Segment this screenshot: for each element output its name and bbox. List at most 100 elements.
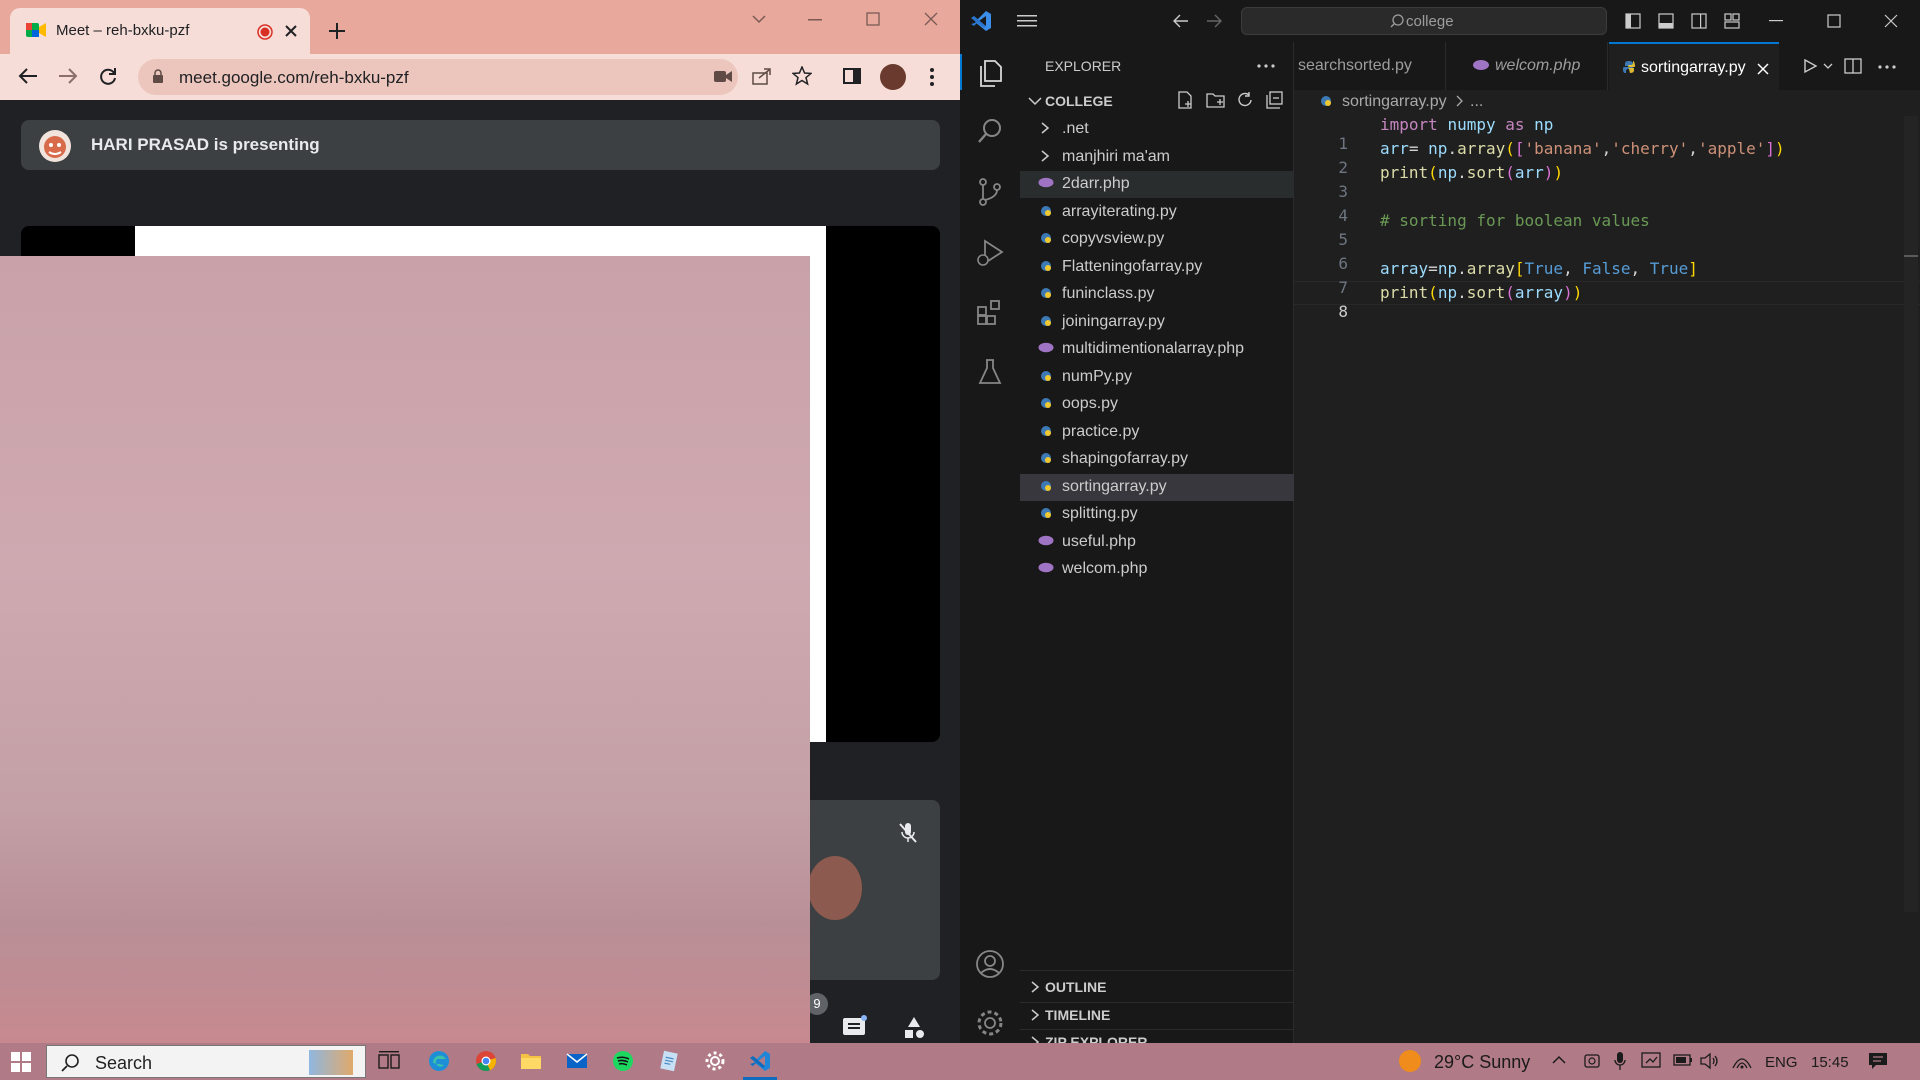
breadcrumb-file[interactable]: sortingarray.py	[1342, 93, 1447, 111]
file-item[interactable]: practice.py	[1020, 419, 1294, 446]
folder-item[interactable]: manjhiri ma'am	[1020, 144, 1294, 171]
network-tray-icon[interactable]	[1641, 1052, 1661, 1070]
collapse-all-icon[interactable]	[1266, 91, 1284, 109]
folder-header-college[interactable]: COLLEGE	[1020, 88, 1294, 114]
file-item[interactable]: oops.py	[1020, 391, 1294, 418]
run-debug-icon[interactable]	[975, 238, 1005, 268]
meet-camera-tray-icon[interactable]	[1584, 1053, 1600, 1069]
testing-flask-icon[interactable]	[978, 358, 1002, 386]
split-editor-icon[interactable]	[1844, 57, 1862, 75]
file-item[interactable]: welcom.php	[1020, 556, 1294, 583]
file-item[interactable]: joiningarray.py	[1020, 309, 1294, 336]
task-view-icon[interactable]	[378, 1051, 400, 1071]
spotify-icon[interactable]	[612, 1050, 634, 1072]
forward-arrow-icon[interactable]	[58, 67, 78, 85]
edge-icon[interactable]	[428, 1050, 450, 1072]
windows-start-icon[interactable]	[11, 1052, 31, 1072]
file-item[interactable]: sortingarray.py	[1020, 473, 1294, 501]
weather-text[interactable]: 29°C Sunny	[1434, 1052, 1530, 1073]
vscode-taskbar-icon[interactable]	[749, 1050, 771, 1072]
settings-gear-icon[interactable]	[975, 1008, 1005, 1038]
taskbar-search-box[interactable]: Search	[46, 1045, 366, 1078]
timeline-section[interactable]: TIMELINE	[1020, 1002, 1294, 1026]
clock[interactable]: 15:45	[1811, 1054, 1849, 1071]
folder-item[interactable]: .net	[1020, 116, 1294, 143]
refresh-icon[interactable]	[1236, 91, 1254, 109]
menu-hamburger-icon[interactable]	[1017, 14, 1037, 28]
chrome-menu-icon[interactable]	[929, 67, 935, 87]
language-indicator[interactable]: ENG	[1765, 1054, 1798, 1071]
accounts-icon[interactable]	[975, 949, 1005, 979]
side-panel-icon[interactable]	[843, 68, 861, 84]
vs-close-icon[interactable]	[1884, 14, 1898, 28]
outline-section[interactable]: OUTLINE	[1020, 975, 1294, 999]
close-window-icon[interactable]	[924, 12, 938, 26]
file-item[interactable]: arrayiterating.py	[1020, 199, 1294, 226]
chat-icon[interactable]	[842, 1015, 868, 1039]
maximize-icon[interactable]	[866, 12, 880, 26]
microphone-tray-icon[interactable]	[1614, 1051, 1626, 1071]
file-item[interactable]: splitting.py	[1020, 501, 1294, 528]
outline-label: OUTLINE	[1045, 979, 1107, 995]
editor-more-icon[interactable]	[1878, 65, 1896, 69]
search-activity-icon[interactable]	[976, 117, 1004, 145]
file-item[interactable]: copyvsview.py	[1020, 226, 1294, 253]
bookmark-star-icon[interactable]	[792, 66, 812, 86]
file-item[interactable]: numPy.py	[1020, 364, 1294, 391]
profile-avatar[interactable]	[880, 64, 906, 90]
toggle-panel-icon[interactable]	[1658, 13, 1674, 29]
close-tab-icon[interactable]	[1757, 63, 1769, 75]
minimize-icon[interactable]	[808, 19, 822, 21]
activities-icon[interactable]	[902, 1016, 926, 1040]
run-python-icon[interactable]	[1802, 58, 1818, 74]
file-item[interactable]: multidimentionalarray.php	[1020, 336, 1294, 363]
source-control-icon[interactable]	[977, 177, 1003, 207]
new-tab-icon[interactable]	[328, 22, 346, 40]
toggle-sidebar-icon[interactable]	[1625, 13, 1641, 29]
share-icon[interactable]	[752, 67, 772, 85]
browser-tab-meet[interactable]: Meet – reh-bxku-pzf	[10, 8, 310, 54]
extensions-icon[interactable]	[976, 298, 1004, 326]
vs-maximize-icon[interactable]	[1827, 14, 1841, 28]
settings-taskbar-icon[interactable]	[704, 1050, 726, 1072]
run-dropdown-chevron-icon[interactable]	[1823, 63, 1833, 70]
mail-icon[interactable]	[566, 1053, 588, 1069]
camera-icon[interactable]	[714, 70, 732, 83]
toggle-secondary-sidebar-icon[interactable]	[1691, 13, 1707, 29]
explorer-files-icon[interactable]	[976, 58, 1004, 88]
show-hidden-icons-chevron-icon[interactable]	[1552, 1055, 1566, 1065]
tab-label: welcom.php	[1495, 57, 1581, 74]
chrome-icon[interactable]	[475, 1050, 497, 1072]
file-item[interactable]: 2darr.php	[1020, 171, 1294, 198]
nav-forward-icon[interactable]	[1206, 14, 1222, 28]
notepad-icon[interactable]	[658, 1050, 680, 1072]
tab-searchsorted[interactable]: searchsorted.py	[1294, 42, 1446, 90]
back-arrow-icon[interactable]	[18, 67, 38, 85]
explorer-more-icon[interactable]	[1257, 64, 1275, 68]
new-file-icon[interactable]	[1176, 91, 1194, 109]
notifications-icon[interactable]	[1868, 1052, 1888, 1070]
editor-scrollbar[interactable]	[1904, 116, 1918, 912]
wifi-icon[interactable]	[1732, 1053, 1752, 1069]
file-item[interactable]: useful.php	[1020, 529, 1294, 556]
zip-explorer-section[interactable]: ZIP EXPLORER	[1020, 1029, 1294, 1043]
close-tab-icon[interactable]	[284, 24, 298, 38]
file-explorer-icon[interactable]	[520, 1052, 542, 1070]
tab-sortingarray[interactable]: sortingarray.py	[1609, 42, 1779, 90]
new-folder-icon[interactable]	[1206, 91, 1226, 109]
address-bar[interactable]: meet.google.com/reh-bxku-pzf	[138, 59, 738, 95]
breadcrumb-more[interactable]: ...	[1470, 93, 1483, 111]
file-item[interactable]: funinclass.py	[1020, 281, 1294, 308]
volume-icon[interactable]	[1700, 1052, 1720, 1070]
reload-icon[interactable]	[98, 66, 118, 86]
tab-search-chevron-icon[interactable]	[752, 14, 766, 24]
customize-layout-icon[interactable]	[1724, 13, 1740, 29]
file-item[interactable]: shapingofarray.py	[1020, 446, 1294, 473]
file-item[interactable]: Flatteningofarray.py	[1020, 254, 1294, 281]
battery-icon[interactable]	[1673, 1054, 1693, 1066]
command-center-search[interactable]: college	[1241, 7, 1607, 35]
tab-welcom[interactable]: welcom.php	[1447, 42, 1608, 90]
weather-sun-icon[interactable]	[1398, 1049, 1422, 1073]
nav-back-icon[interactable]	[1173, 14, 1189, 28]
vs-minimize-icon[interactable]	[1769, 20, 1783, 22]
